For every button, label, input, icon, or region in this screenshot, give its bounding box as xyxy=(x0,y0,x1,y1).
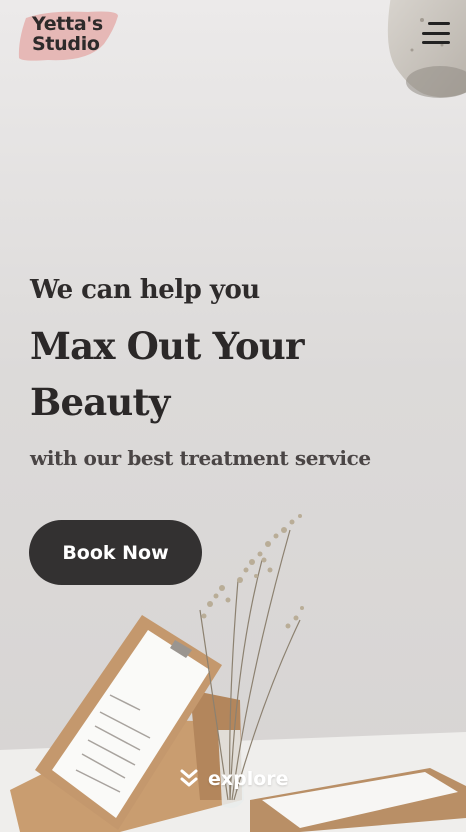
hero-tagline: We can help you xyxy=(30,275,260,305)
hero-subline: with our best treatment service xyxy=(30,446,371,470)
menu-bar xyxy=(422,31,450,35)
hero-section: Yetta's Studio We can help you Max Out Y… xyxy=(0,0,466,832)
hero-headline: Max Out Your Beauty xyxy=(30,324,304,424)
studio-logo[interactable]: Yetta's Studio xyxy=(18,10,120,62)
explore-link[interactable]: explore xyxy=(178,764,289,794)
book-now-button[interactable]: Book Now xyxy=(29,520,202,585)
explore-label: explore xyxy=(208,768,289,790)
menu-bar xyxy=(428,22,450,25)
logo-line-1: Yetta's xyxy=(32,13,103,35)
hamburger-menu-icon[interactable] xyxy=(416,18,450,48)
logo-line-2: Studio xyxy=(32,33,100,55)
double-chevron-down-icon xyxy=(180,769,198,787)
menu-bar xyxy=(422,41,450,44)
